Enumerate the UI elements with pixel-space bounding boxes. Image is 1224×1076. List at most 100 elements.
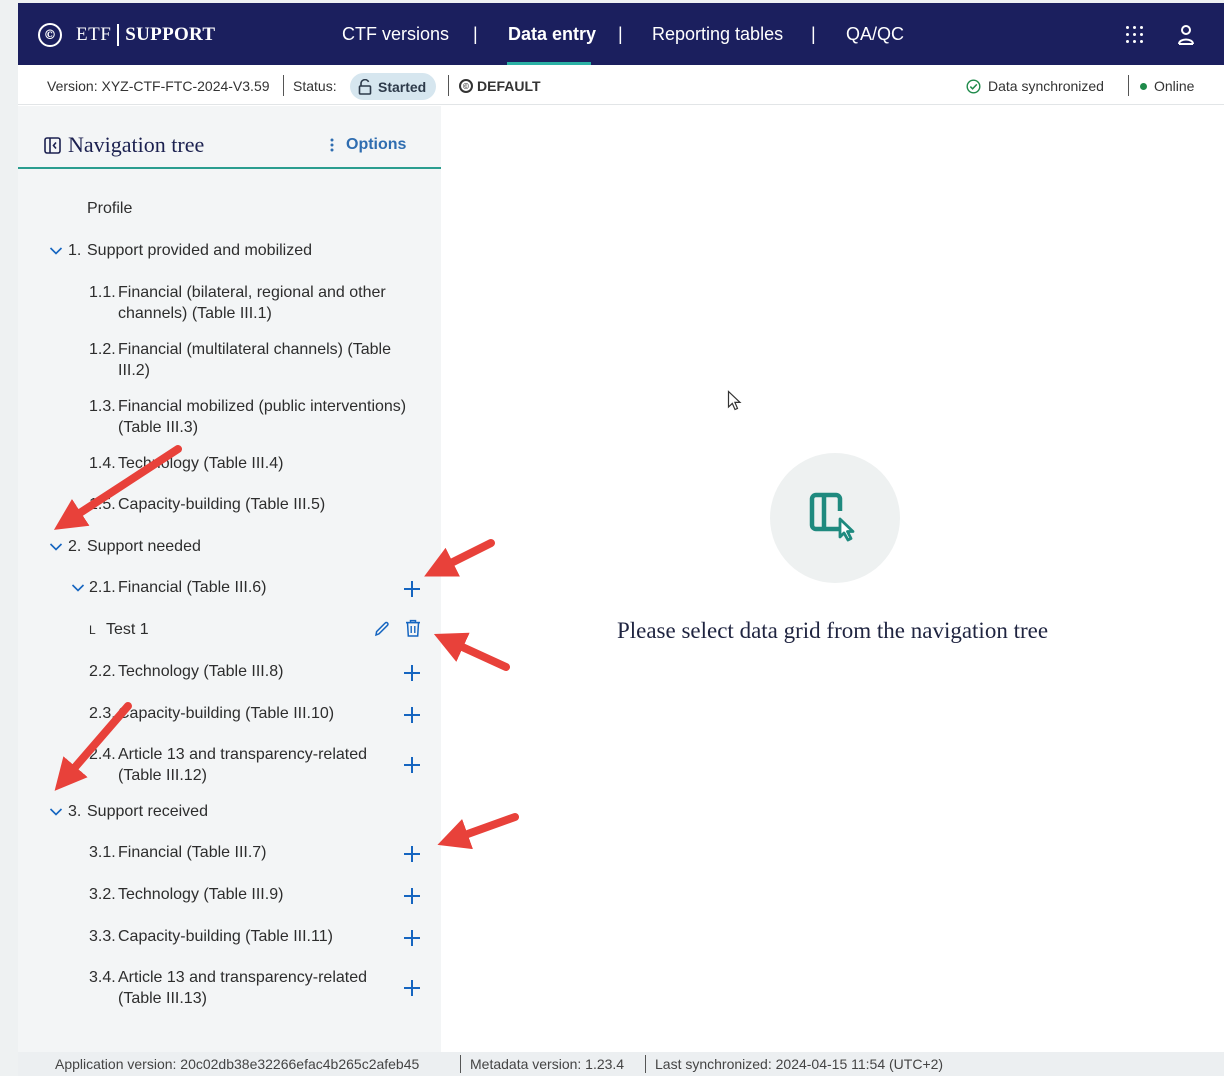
more-vertical-icon [330, 138, 334, 152]
options-button[interactable]: Options [330, 136, 406, 154]
tree-item-label-line2: (Table III.13) [118, 990, 207, 1007]
logo-etf-text: ETF [76, 24, 112, 45]
app-logo[interactable]: © ETF SUPPORT [38, 21, 215, 49]
tree-item-label: Support needed [87, 538, 201, 555]
collapse-panel-icon[interactable] [44, 136, 61, 154]
nav-divider: | [473, 24, 478, 44]
tree-item-number: 1.2. [89, 341, 116, 358]
logo-divider [117, 24, 120, 46]
online-status: Online [1140, 78, 1194, 94]
tree-item-number: 2.2. [89, 663, 116, 680]
user-icon[interactable] [1176, 24, 1196, 46]
add-plus-icon[interactable] [403, 706, 421, 724]
status-divider [1128, 75, 1129, 96]
version-label: Version: XYZ-CTF-FTC-2024-V3.59 [47, 78, 270, 94]
metadata-version: Metadata version: 1.23.4 [470, 1056, 625, 1072]
default-text: DEFAULT [477, 78, 541, 94]
tree-item-label: Test 1 [106, 621, 149, 638]
footer-divider [460, 1055, 461, 1073]
tree-item-label: Technology (Table III.9) [118, 886, 284, 903]
tree-item-label: Capacity-building (Table III.11) [118, 928, 333, 945]
nav-data-entry[interactable]: Data entry [508, 24, 596, 45]
chevron-down-icon[interactable] [49, 805, 63, 819]
tree-item-number: 3.1. [89, 844, 116, 861]
tree-item-label: Support provided and mobilized [87, 242, 313, 259]
unlock-icon [358, 78, 372, 95]
tree-item-number: 3. [68, 803, 82, 820]
default-scope-label: © DEFAULT [459, 78, 541, 94]
status-bar: Version: XYZ-CTF-FTC-2024-V3.59 Status: … [18, 65, 1224, 105]
edit-pencil-icon[interactable] [373, 620, 391, 638]
tree-item-number: 2.4. [89, 746, 116, 763]
app-window: © ETF SUPPORT CTF versions | Data entry … [18, 3, 1224, 1076]
add-plus-icon[interactable] [403, 979, 421, 997]
online-text: Online [1154, 78, 1195, 94]
apps-grid-icon[interactable] [1125, 25, 1145, 45]
mouse-cursor-icon [727, 390, 742, 411]
add-plus-icon[interactable] [403, 756, 421, 774]
tree-item-number: 1.3. [89, 398, 116, 415]
chevron-down-icon[interactable] [49, 244, 63, 258]
tree-item-number: 1.1. [89, 284, 116, 301]
panel-header: Navigation tree Options [18, 106, 441, 169]
status-divider [448, 75, 449, 96]
tree-item-label: Support received [87, 803, 208, 820]
add-plus-icon[interactable] [403, 929, 421, 947]
copyright-logo-icon: © [38, 23, 62, 47]
sync-status: Data synchronized [966, 78, 1104, 94]
tree-branch-marker: L [89, 623, 96, 637]
top-navigation-bar: © ETF SUPPORT CTF versions | Data entry … [18, 3, 1224, 65]
tree-item-number: 1.4. [89, 455, 116, 472]
nav-reporting-tables[interactable]: Reporting tables [652, 24, 783, 45]
status-badge: Started [350, 73, 437, 100]
logo-support-text: SUPPORT [125, 24, 216, 45]
tree-item-label: Financial (multilateral channels) (Table [118, 341, 392, 358]
nav-divider: | [811, 24, 816, 44]
tree-item-label: Capacity-building (Table III.10) [118, 705, 335, 722]
tree-item-number: 1. [68, 242, 82, 259]
tree-item-label-line2: (Table III.3) [118, 419, 199, 436]
status-value: Started [378, 78, 427, 95]
tree-item-label-line2: III.2) [118, 362, 151, 379]
tree-item-number: 3.3. [89, 928, 116, 945]
add-plus-icon[interactable] [403, 845, 421, 863]
chevron-down-icon[interactable] [71, 581, 85, 595]
select-panel-icon [809, 492, 855, 542]
tree-item-label: Financial (Table III.6) [118, 579, 267, 596]
tree-item-label: Article 13 and transparency-related [118, 969, 368, 986]
nav-ctf-versions[interactable]: CTF versions [342, 24, 449, 45]
online-dot-icon [1140, 82, 1147, 90]
panel-title-text: Navigation tree [68, 132, 205, 157]
check-circle-icon [966, 78, 981, 94]
delete-trash-icon[interactable] [404, 619, 422, 638]
add-plus-icon[interactable] [403, 580, 421, 598]
tree-item-label: Technology (Table III.8) [118, 663, 284, 680]
nav-qa-qc[interactable]: QA/QC [846, 24, 904, 45]
tree-item-number: 2.3. [89, 705, 116, 722]
tree-item-number: 2. [68, 538, 82, 555]
main-content: Please select data grid from the navigat… [441, 106, 1224, 1052]
nav-divider: | [618, 24, 623, 44]
navigation-tree-panel: Navigation tree Options Profile 1. Suppo… [18, 106, 441, 1052]
tree-item-label: Financial (bilateral, regional and other [118, 284, 386, 301]
tree-item-label-line2: (Table III.12) [118, 767, 207, 784]
add-plus-icon[interactable] [403, 664, 421, 682]
tree-item-label-line2: channels) (Table III.1) [118, 305, 272, 322]
empty-state-illustration [770, 453, 900, 583]
sync-text: Data synchronized [988, 78, 1104, 94]
app-version: Application version: 20c02db38e32266efac… [55, 1056, 420, 1072]
footer-bar: Application version: 20c02db38e32266efac… [18, 1052, 1224, 1076]
last-synchronized: Last synchronized: 2024-04-15 11:54 (UTC… [655, 1056, 944, 1072]
tree-item-label: Technology (Table III.4) [118, 455, 284, 472]
tree-item-number: 3.2. [89, 886, 116, 903]
tree-item-number: 2.1. [89, 579, 116, 596]
chevron-down-icon[interactable] [49, 540, 63, 554]
footer-divider [645, 1055, 646, 1073]
status-label: Status: [293, 78, 337, 94]
status-divider [283, 75, 284, 96]
tree-item-number: 1.5. [89, 496, 116, 513]
panel-title: Navigation tree [44, 132, 204, 158]
add-plus-icon[interactable] [403, 887, 421, 905]
tree-item-label: Financial mobilized (public intervention… [118, 398, 407, 415]
tree-item-label: Capacity-building (Table III.5) [118, 496, 326, 513]
